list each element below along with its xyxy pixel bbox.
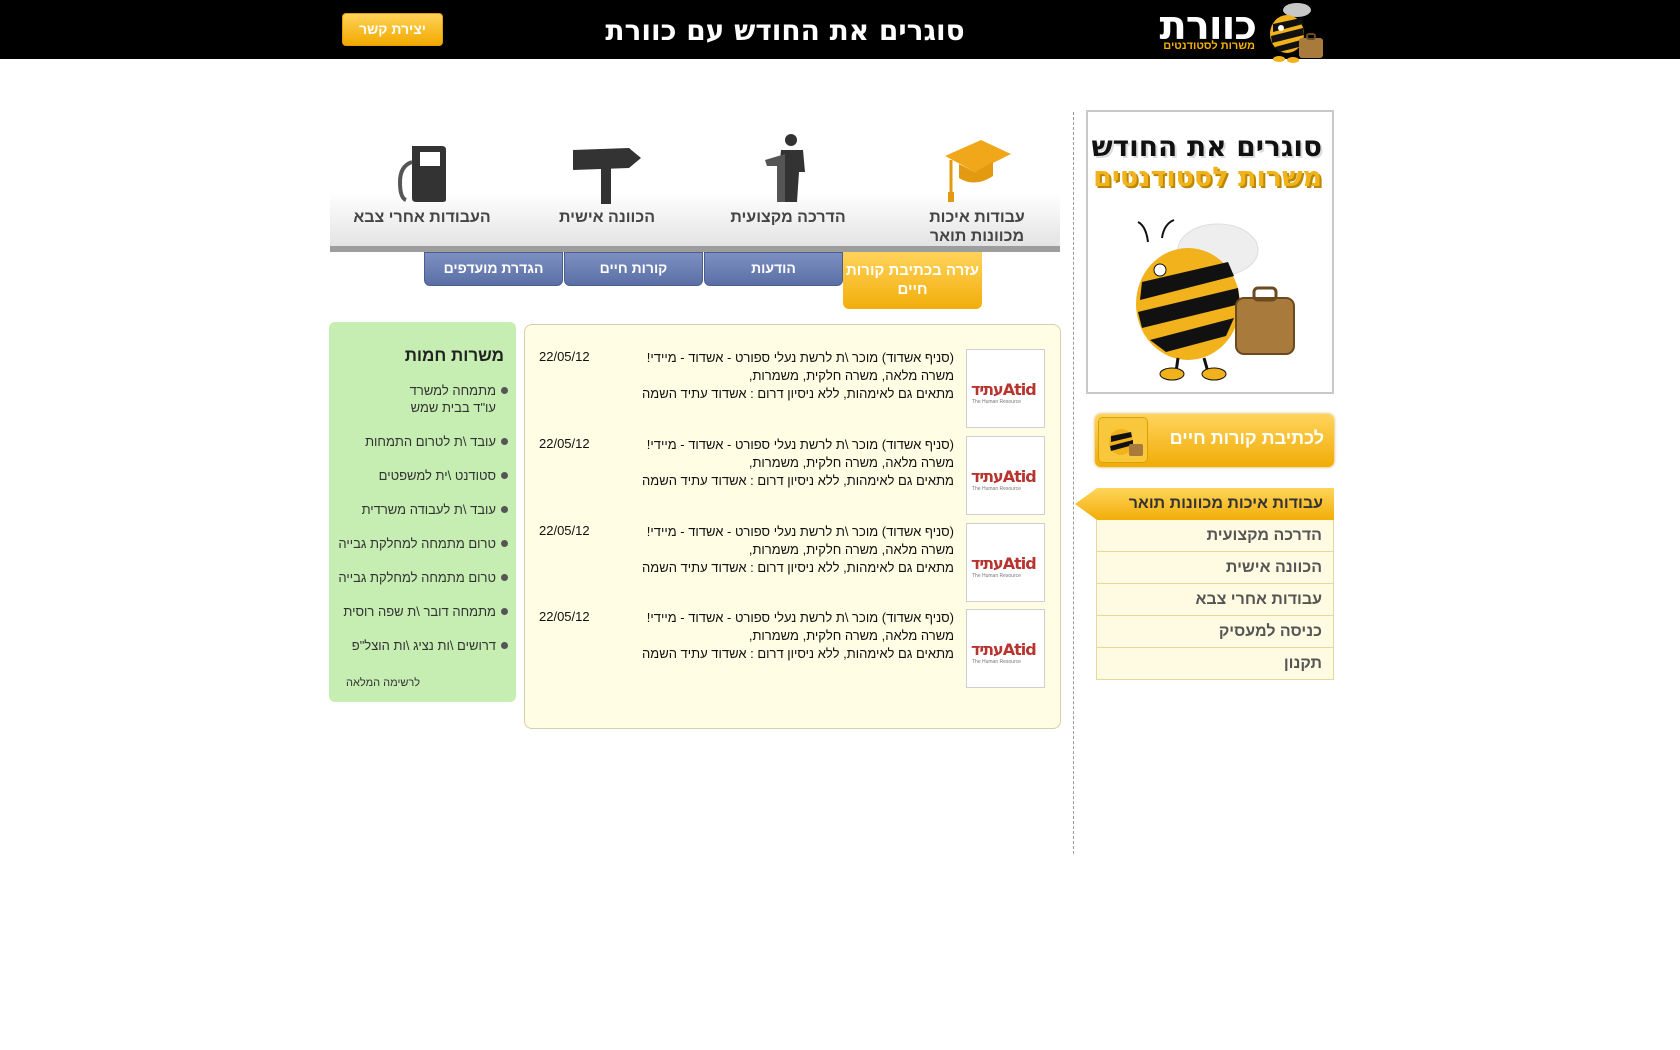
bee-mascot-icon <box>1270 3 1323 63</box>
tab-cv-help[interactable]: עזרה בכתיבת קורות חיים <box>843 252 982 309</box>
hot-jobs-panel: משרות חמות מתמחה למשרד עו"ד בבית שמש עוב… <box>329 322 516 702</box>
job-title[interactable]: (סניף אשדוד) מוכר \ת לרשת נעלי ספורט - א… <box>634 523 954 541</box>
promo-banner[interactable]: סוגרים את החודש משרות לסטודנטים <box>1086 110 1334 394</box>
signpost-icon <box>573 148 641 204</box>
job-listing[interactable]: עתידAtid The Human Resource (סניף אשדוד)… <box>525 412 1062 515</box>
job-description: (סניף אשדוד) מוכר \ת לרשת נעלי ספורט - א… <box>634 523 954 577</box>
graduation-cap-icon <box>945 140 1011 202</box>
company-logo-text: עתידAtid <box>971 554 1037 573</box>
side-menu-item-after-army[interactable]: עבודות אחרי צבא <box>1096 584 1334 616</box>
job-terms: משרה מלאה, משרה חלקית, משמרות, <box>748 455 954 470</box>
job-description: (סניף אשדוד) מוכר \ת לרשת נעלי ספורט - א… <box>634 609 954 663</box>
job-date: 22/05/12 <box>539 609 590 624</box>
promo-subtitle: משרות לסטודנטים <box>1093 162 1322 193</box>
site-logo[interactable]: כוורת משרות לסטודנטים <box>1155 0 1335 75</box>
side-menu-item-quality-jobs[interactable]: עבודות איכות מכוונות תואר <box>1075 488 1334 520</box>
hot-job-item[interactable]: דרושים \ות נציג \ות הוצל"פ <box>330 637 508 654</box>
hot-job-item[interactable]: טרום מתמחה למחלקת גבייה <box>330 569 508 586</box>
side-menu-item-guidance[interactable]: הכוונה אישית <box>1096 552 1334 584</box>
column-divider <box>1073 112 1074 854</box>
category-training[interactable]: הדרכה מקצועית <box>718 128 858 227</box>
company-logo-tagline: The Human Resource <box>972 573 1021 579</box>
category-label: עבודות איכות מכוונות תואר <box>929 209 1025 245</box>
hot-job-item[interactable]: סטודנט \ית למשפטים <box>330 467 508 484</box>
write-cv-button[interactable]: לכתיבת קורות חיים <box>1095 414 1334 467</box>
side-menu-item-employer-login[interactable]: כניסה למעסיק <box>1096 616 1334 648</box>
bee-icon <box>1098 417 1148 463</box>
tab-resume[interactable]: קורות חיים <box>564 252 703 286</box>
company-logo-text: עתידAtid <box>971 640 1037 659</box>
hot-jobs-list: מתמחה למשרד עו"ד בבית שמש עובד \ת לטרום … <box>330 382 508 671</box>
job-title[interactable]: (סניף אשדוד) מוכר \ת לרשת נעלי ספורט - א… <box>634 436 954 454</box>
side-menu: עבודות איכות מכוונות תואר הדרכה מקצועית … <box>1075 488 1334 680</box>
hot-job-item[interactable]: טרום מתמחה למחלקת גבייה <box>330 535 508 552</box>
tab-preferences[interactable]: הגדרת מועדפים <box>424 252 563 286</box>
logo-subtitle: משרות לסטודנטים <box>1163 40 1255 52</box>
company-logo[interactable]: עתידAtid The Human Resource <box>966 609 1045 688</box>
job-listing[interactable]: עתידAtid The Human Resource (סניף אשדוד)… <box>525 499 1062 602</box>
job-description: (סניף אשדוד) מוכר \ת לרשת נעלי ספורט - א… <box>634 436 954 490</box>
company-logo-text: עתידAtid <box>971 467 1037 486</box>
jobs-panel: עתידAtid The Human Resource (סניף אשדוד)… <box>524 324 1061 729</box>
job-title[interactable]: (סניף אשדוד) מוכר \ת לרשת נעלי ספורט - א… <box>634 349 954 367</box>
job-terms: משרה מלאה, משרה חלקית, משמרות, <box>748 628 954 643</box>
tab-messages[interactable]: הודעות <box>704 252 843 286</box>
job-terms: משרה מלאה, משרה חלקית, משמרות, <box>748 542 954 557</box>
job-date: 22/05/12 <box>539 523 590 538</box>
job-terms: משרה מלאה, משרה חלקית, משמרות, <box>748 368 954 383</box>
hot-job-item[interactable]: מתמחה למשרד עו"ד בבית שמש <box>408 382 508 416</box>
hot-job-item[interactable]: עובד \ת לטרום התמחות <box>330 433 508 450</box>
contact-button[interactable]: יצירת קשר <box>342 13 443 46</box>
category-label: הדרכה מקצועית <box>730 209 846 226</box>
lecturer-icon <box>765 134 805 202</box>
write-cv-label: לכתיבת קורות חיים <box>1169 428 1324 448</box>
header-slogan: סוגרים את החודש עם כוורת <box>605 14 965 47</box>
job-description: (סניף אשדוד) מוכר \ת לרשת נעלי ספורט - א… <box>634 349 954 403</box>
fuel-pump-icon <box>397 146 446 202</box>
category-label: העבודות אחרי צבא <box>353 209 491 226</box>
promo-title: סוגרים את החודש <box>1091 130 1322 163</box>
job-details: מתאים גם לאימהות, ללא ניסיון דרום : אשדו… <box>642 473 954 488</box>
hot-job-item[interactable]: מתמחה דובר \ת שפה רוסית <box>330 603 508 620</box>
hot-job-item[interactable]: עובד \ת לעבודה משרדית <box>330 501 508 518</box>
job-details: מתאים גם לאימהות, ללא ניסיון דרום : אשדו… <box>642 560 954 575</box>
side-menu-item-training[interactable]: הדרכה מקצועית <box>1096 520 1334 552</box>
full-list-link[interactable]: לרשימה המלאה <box>346 677 420 689</box>
company-logo-tagline: The Human Resource <box>972 659 1021 665</box>
job-listing[interactable]: עתידAtid The Human Resource (סניף אשדוד)… <box>525 325 1062 428</box>
side-menu-item-terms[interactable]: תקנון <box>1096 648 1334 680</box>
bee-with-suitcase-icon <box>1136 219 1295 381</box>
job-date: 22/05/12 <box>539 436 590 451</box>
job-date: 22/05/12 <box>539 349 590 364</box>
category-guidance[interactable]: הכוונה אישית <box>537 128 677 227</box>
category-quality-jobs[interactable]: עבודות איכות מכוונות תואר <box>907 128 1047 246</box>
hot-jobs-title: משרות חמות <box>404 346 504 365</box>
company-logo-text: עתידAtid <box>971 380 1037 399</box>
job-listing[interactable]: עתידAtid The Human Resource (סניף אשדוד)… <box>525 585 1062 688</box>
category-after-army[interactable]: העבודות אחרי צבא <box>352 128 492 227</box>
category-label: הכוונה אישית <box>558 209 656 226</box>
job-title[interactable]: (סניף אשדוד) מוכר \ת לרשת נעלי ספורט - א… <box>634 609 954 627</box>
job-details: מתאים גם לאימהות, ללא ניסיון דרום : אשדו… <box>642 386 954 401</box>
company-logo-tagline: The Human Resource <box>972 399 1021 405</box>
job-details: מתאים גם לאימהות, ללא ניסיון דרום : אשדו… <box>642 646 954 661</box>
category-band: עבודות איכות מכוונות תואר הדרכה מקצועית … <box>330 128 1060 252</box>
company-logo-tagline: The Human Resource <box>972 486 1021 492</box>
